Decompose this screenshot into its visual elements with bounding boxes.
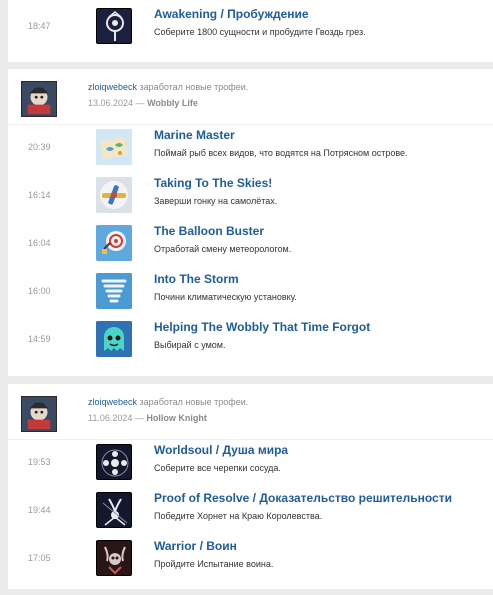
avatar[interactable]	[21, 396, 57, 432]
fish-map-trophy-icon[interactable]	[96, 129, 132, 165]
trophy-title[interactable]: The Balloon Buster	[154, 224, 264, 238]
hornet-trophy-icon[interactable]	[96, 492, 132, 528]
tornado-trophy-icon[interactable]	[96, 273, 132, 309]
trophy-title[interactable]: Taking To The Skies!	[154, 176, 272, 190]
trophy-time: 20:39	[28, 142, 51, 152]
group-subheader: 13.06.2024 — Wobbly Life	[88, 98, 198, 108]
group-subheader: 11.06.2024 — Hollow Knight	[88, 413, 207, 423]
group-action-text: заработал новые трофеи.	[139, 82, 249, 92]
trophy-description: Почини климатическую установку.	[154, 292, 297, 302]
awakening-trophy-icon[interactable]	[96, 8, 132, 44]
warrior-trophy-icon[interactable]	[96, 540, 132, 576]
trophy-title[interactable]: Marine Master	[154, 128, 235, 142]
trophy-time: 16:04	[28, 238, 51, 248]
trophy-row: 20:39 Marine Master Поймай рыб всех видо…	[8, 128, 493, 172]
trophy-title[interactable]: Proof of Resolve / Доказательство решите…	[154, 491, 452, 505]
group-date: 13.06.2024	[88, 98, 134, 108]
group-header-text: zloiqwebeck заработал новые трофеи.	[88, 397, 248, 407]
avatar[interactable]	[21, 81, 57, 117]
group-action-text: заработал новые трофеи.	[139, 397, 249, 407]
trophy-description: Поймай рыб всех видов, что водятся на По…	[154, 148, 408, 158]
trophy-row: 16:04 The Balloon Buster Отработай смену…	[8, 224, 493, 268]
group-dash: —	[134, 413, 144, 423]
game-link[interactable]: Wobbly Life	[147, 98, 198, 108]
trophy-time: 16:14	[28, 190, 51, 200]
trophy-title[interactable]: Awakening / Пробуждение	[154, 7, 309, 21]
trophy-description: Соберите все черепки сосуда.	[154, 463, 281, 473]
group-header: zloiqwebeck заработал новые трофеи. 13.0…	[8, 81, 493, 121]
trophy-time: 17:05	[28, 553, 51, 563]
trophy-time: 19:44	[28, 505, 51, 515]
trophy-time: 18:47	[28, 21, 51, 31]
balloon-trophy-icon[interactable]	[96, 225, 132, 261]
trophy-title[interactable]: Into The Storm	[154, 272, 239, 286]
trophy-title[interactable]: Warrior / Воин	[154, 539, 237, 553]
trophy-row: 14:59 Helping The Wobbly That Time Forgo…	[8, 320, 493, 364]
group-header-text: zloiqwebeck заработал новые трофеи.	[88, 82, 248, 92]
trophy-row: 19:53 Worldsoul / Душа мира Соберите все…	[8, 443, 493, 487]
trophy-group-card: zloiqwebeck заработал новые трофеи. 11.0…	[8, 384, 493, 589]
username-link[interactable]: zloiqwebeck	[88, 82, 137, 92]
trophy-time: 14:59	[28, 334, 51, 344]
trophy-description: Отработай смену метеорологом.	[154, 244, 292, 254]
trophy-row: 16:14 Taking To The Skies! Заверши гонку…	[8, 176, 493, 220]
trophy-row: 18:47 Awakening / Пробуждение Соберите 1…	[8, 7, 493, 51]
trophy-description: Победите Хорнет на Краю Королевства.	[154, 511, 323, 521]
trophy-row: 17:05 Warrior / Воин Пройдите Испытание …	[8, 539, 493, 583]
divider	[8, 124, 493, 125]
trophy-row: 16:00 Into The Storm Почини климатическу…	[8, 272, 493, 316]
group-date: 11.06.2024	[88, 413, 133, 423]
trophy-group-card: 18:47 Awakening / Пробуждение Соберите 1…	[8, 0, 493, 62]
username-link[interactable]: zloiqwebeck	[88, 397, 137, 407]
trophy-title[interactable]: Worldsoul / Душа мира	[154, 443, 288, 457]
trophy-description: Заверши гонку на самолётах.	[154, 196, 278, 206]
trophy-description: Пройдите Испытание воина.	[154, 559, 274, 569]
worldsoul-trophy-icon[interactable]	[96, 444, 132, 480]
trophy-time: 16:00	[28, 286, 51, 296]
trophy-title[interactable]: Helping The Wobbly That Time Forgot	[154, 320, 370, 334]
trophy-group-card: zloiqwebeck заработал новые трофеи. 13.0…	[8, 69, 493, 376]
trophy-description: Соберите 1800 сущности и пробудите Гвозд…	[154, 27, 366, 37]
divider	[8, 439, 493, 440]
group-header: zloiqwebeck заработал новые трофеи. 11.0…	[8, 396, 493, 436]
trophy-time: 19:53	[28, 457, 51, 467]
trophy-row: 19:44 Proof of Resolve / Доказательство …	[8, 491, 493, 535]
trophy-description: Выбирай с умом.	[154, 340, 226, 350]
game-link[interactable]: Hollow Knight	[146, 413, 207, 423]
ghost-wobbly-trophy-icon[interactable]	[96, 321, 132, 357]
group-dash: —	[135, 98, 145, 108]
airplane-trophy-icon[interactable]	[96, 177, 132, 213]
